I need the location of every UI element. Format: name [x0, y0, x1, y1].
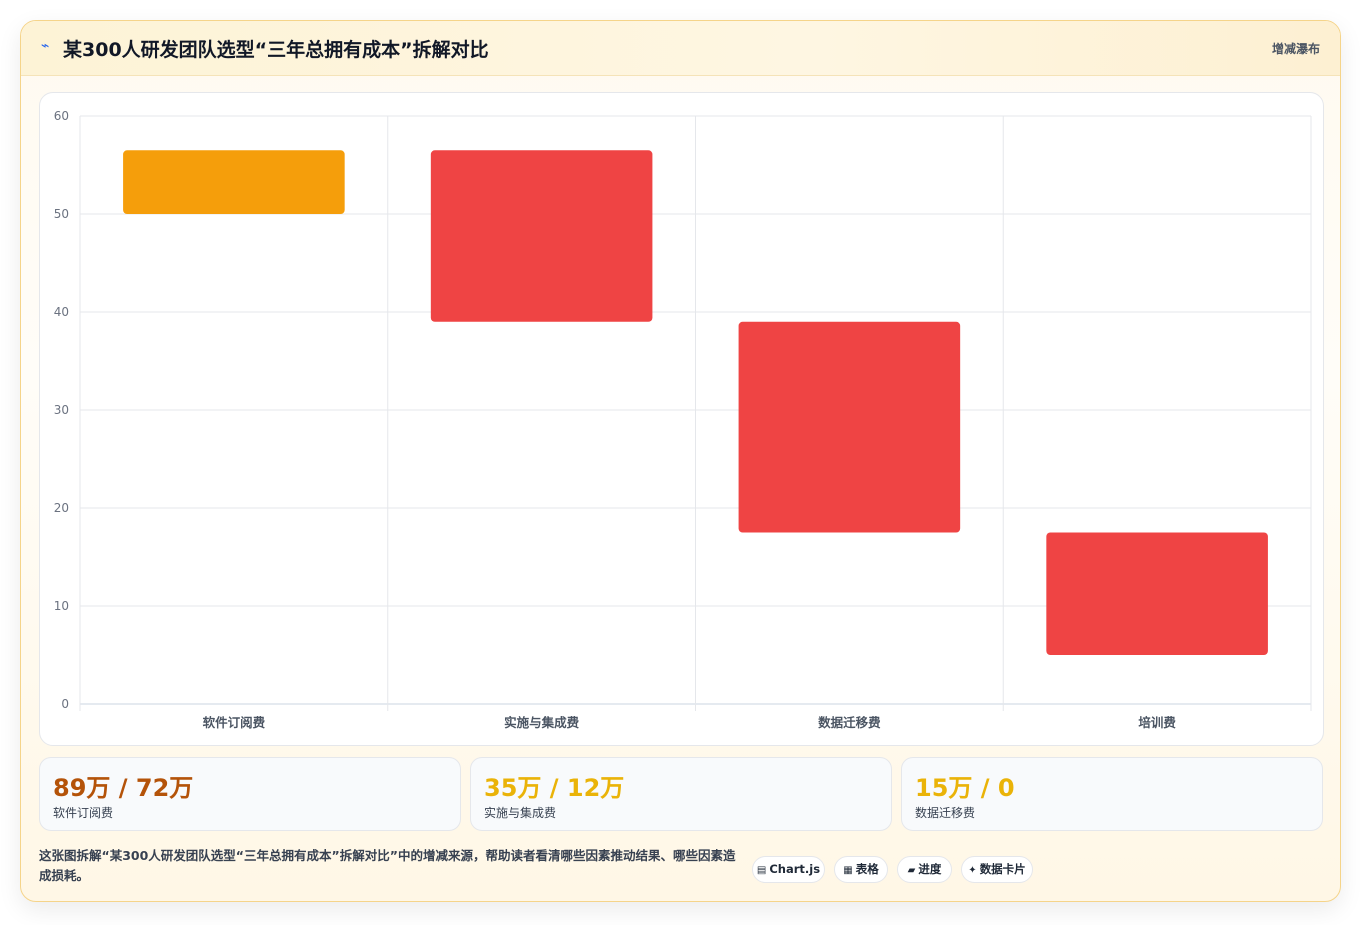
y-tick-label: 50 — [54, 207, 69, 221]
page-title: 某300人研发团队选型“三年总拥有成本”拆解对比 — [63, 39, 489, 61]
tag-label: Chart.js — [769, 862, 821, 876]
waterfall-bar — [1046, 532, 1268, 655]
x-tick-label: 软件订阅费 — [203, 715, 266, 730]
waterfall-bar — [738, 321, 961, 533]
stat-value: 89万 / 72万 — [53, 774, 194, 802]
tag-label: 进度 — [918, 862, 942, 876]
chart-icon: ▤ — [756, 865, 767, 876]
chart-description: 这张图拆解“某300人研发团队选型“三年总拥有成本”拆解对比”中的增减来源，帮助… — [39, 848, 736, 883]
tag-data-card[interactable]: ✦ 数据卡片 — [961, 856, 1033, 883]
stat-card-implementation: 35万 / 12万 实施与集成费 — [470, 757, 892, 831]
tag-chartjs[interactable]: ▤ Chart.js — [752, 856, 825, 883]
waterfall-bar — [123, 150, 345, 214]
tag-table[interactable]: ▦ 表格 — [834, 856, 888, 883]
stat-value: 35万 / 12万 — [484, 774, 625, 802]
stat-card-software: 89万 / 72万 软件订阅费 — [39, 757, 461, 831]
tag-label: 表格 — [855, 862, 879, 876]
x-tick-label: 数据迁移费 — [817, 715, 881, 730]
chart-line-icon: ⌁ — [41, 38, 50, 54]
y-tick-label: 10 — [54, 599, 69, 613]
y-tick-label: 60 — [54, 109, 69, 123]
table-icon: ▦ — [843, 865, 853, 876]
x-tick-label: 实施与集成费 — [504, 715, 580, 730]
y-tick-label: 30 — [54, 403, 69, 417]
waterfall-bar — [430, 150, 653, 322]
x-tick-label: 培训费 — [1138, 715, 1176, 730]
chart-type-badge: 增减瀑布 — [1271, 42, 1320, 56]
chart-panel: 0 10 20 30 40 50 60 软件订阅费 实施与集成费 数据迁移费 培训费 — [39, 92, 1324, 746]
tag-label: 数据卡片 — [979, 862, 1026, 876]
y-tick-label: 0 — [61, 697, 69, 711]
stat-label: 数据迁移费 — [915, 806, 976, 820]
stat-card-migration: 15万 / 0 数据迁移费 — [901, 757, 1323, 831]
y-tick-label: 20 — [54, 501, 69, 515]
stat-cards: 89万 / 72万 软件订阅费 35万 / 12万 实施与集成费 15万 / 0… — [39, 757, 1324, 831]
tag-progress[interactable]: ▰ 进度 — [897, 856, 952, 883]
stat-label: 实施与集成费 — [484, 806, 557, 820]
stat-label: 软件订阅费 — [53, 806, 114, 820]
y-tick-label: 40 — [54, 305, 69, 319]
waterfall-chart: 0 10 20 30 40 50 60 软件订阅费 实施与集成费 数据迁移费 培训费 — [54, 109, 1312, 730]
chart-card: ⌁ 某300人研发团队选型“三年总拥有成本”拆解对比 增减瀑布 0 10 20 30 4… — [20, 20, 1341, 902]
progress-icon: ▰ — [907, 865, 916, 876]
card-header: ⌁ 某300人研发团队选型“三年总拥有成本”拆解对比 增减瀑布 — [21, 21, 1340, 76]
sparkle-icon: ✦ — [968, 865, 977, 876]
stat-value: 15万 / 0 — [915, 774, 1015, 802]
